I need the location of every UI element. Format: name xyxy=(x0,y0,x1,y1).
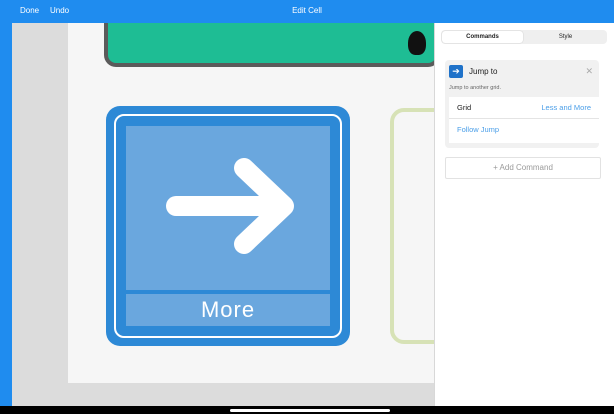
tab-style[interactable]: Style xyxy=(525,31,606,43)
command-description: Jump to another grid. xyxy=(449,85,501,91)
tab-commands[interactable]: Commands xyxy=(442,31,523,43)
follow-jump-row[interactable]: Follow Jump xyxy=(449,119,599,140)
cell-symbol xyxy=(408,31,426,55)
command-title: Jump to xyxy=(469,67,498,76)
grid-value-link[interactable]: Less and More xyxy=(541,103,591,112)
command-options: Grid Less and More Follow Jump xyxy=(449,97,599,143)
cell-picture xyxy=(126,126,330,290)
grid-cell-green[interactable] xyxy=(104,23,440,67)
grid-row[interactable]: Grid Less and More xyxy=(449,97,599,119)
cell-label: More xyxy=(126,294,330,326)
grid-key: Grid xyxy=(457,103,472,112)
plus-icon: + xyxy=(493,163,498,172)
grid-cell-more[interactable]: More xyxy=(106,106,350,346)
add-command-button[interactable]: + Add Command xyxy=(445,157,601,179)
command-card: ➔ Jump to ✕ Jump to another grid. Grid L… xyxy=(445,60,599,148)
panel-segmented-control: Commands Style xyxy=(441,30,607,44)
home-indicator xyxy=(230,409,390,412)
follow-jump-button[interactable]: Follow Jump xyxy=(457,125,499,134)
top-toolbar: Done Undo Edit Cell xyxy=(0,0,614,23)
toolbar-title: Edit Cell xyxy=(292,6,322,15)
add-command-label: Add Command xyxy=(499,163,553,172)
arrow-right-icon xyxy=(166,158,294,254)
close-icon[interactable]: ✕ xyxy=(585,66,593,77)
edit-cell-panel: Commands Style ➔ Jump to ✕ Jump to anoth… xyxy=(434,23,614,406)
arrow-right-icon: ➔ xyxy=(449,65,463,78)
